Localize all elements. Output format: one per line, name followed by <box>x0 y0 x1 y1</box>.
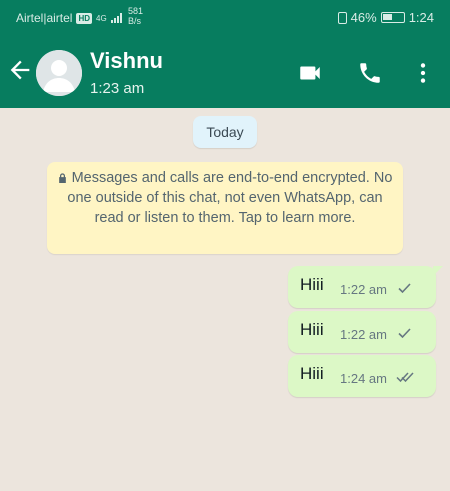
back-arrow-icon[interactable] <box>6 56 34 84</box>
last-seen: 1:23 am <box>90 80 145 97</box>
status-bar: Airtel|airtel HD 4G 581 B/s 46% 1:24 <box>0 0 450 36</box>
message-time: 1:24 am <box>340 371 387 386</box>
message-time: 1:22 am <box>340 282 387 297</box>
single-check-icon <box>398 328 411 339</box>
contact-name[interactable]: Vishnu <box>90 48 163 74</box>
message-bubble[interactable]: Hiii 1:22 am <box>288 311 436 353</box>
carrier-label: Airtel|airtel <box>16 11 73 25</box>
more-options-icon[interactable] <box>410 60 436 86</box>
speed-value: 581 <box>128 6 144 16</box>
day-divider: Today <box>193 116 257 148</box>
double-check-icon <box>396 372 414 383</box>
message-bubble[interactable]: Hiii 1:22 am <box>288 266 443 308</box>
video-call-icon[interactable] <box>297 60 323 86</box>
status-left: Airtel|airtel HD 4G <box>16 11 122 25</box>
message-text: Hiii <box>300 275 324 294</box>
message-bubble[interactable]: Hiii 1:24 am <box>288 355 436 397</box>
message-text: Hiii <box>300 364 324 383</box>
network-label: 4G <box>96 13 107 23</box>
message-time: 1:22 am <box>340 327 387 342</box>
encryption-notice[interactable]: Messages and calls are end-to-end encryp… <box>47 162 403 254</box>
message-text: Hiii <box>300 320 324 339</box>
network-speed: 581 B/s <box>128 6 143 26</box>
signal-icon <box>110 13 122 23</box>
battery-percent: 46% <box>350 10 377 25</box>
avatar[interactable] <box>36 50 82 96</box>
chat-area[interactable]: Today Messages and calls are end-to-end … <box>0 108 450 491</box>
voice-call-icon[interactable] <box>357 60 383 86</box>
speed-unit: B/s <box>128 16 142 26</box>
battery-icon <box>380 12 405 23</box>
single-check-icon <box>398 283 411 294</box>
chat-header: Vishnu 1:23 am <box>0 36 450 108</box>
encryption-notice-text: Messages and calls are end-to-end encryp… <box>67 170 393 226</box>
default-avatar-icon <box>36 50 82 96</box>
clock: 1:24 <box>408 10 434 25</box>
hd-badge: HD <box>76 12 93 24</box>
lock-icon <box>58 173 66 183</box>
status-right: 46% 1:24 <box>337 10 434 25</box>
vibrate-icon <box>337 11 347 24</box>
